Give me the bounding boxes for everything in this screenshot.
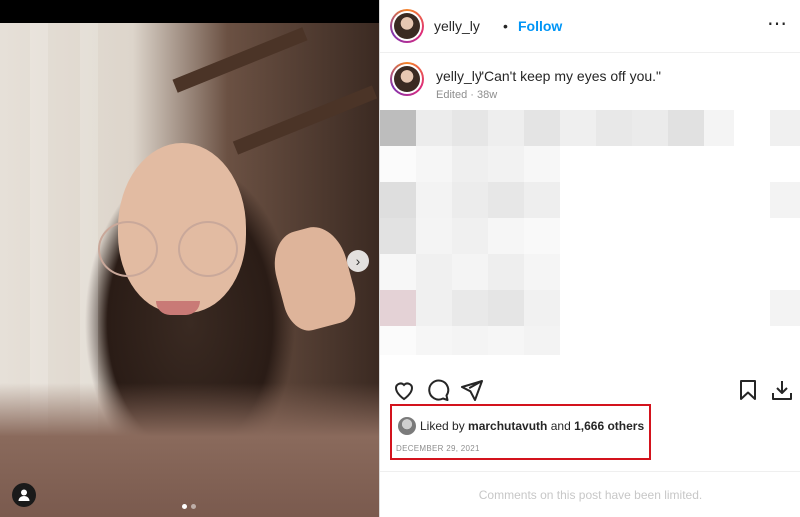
pixel-block — [488, 218, 524, 254]
comment-icon[interactable] — [426, 378, 450, 402]
download-icon[interactable] — [770, 378, 794, 402]
pixel-block — [452, 182, 488, 218]
separator-bullet: • — [503, 18, 508, 34]
pixel-block — [452, 290, 488, 326]
pixel-block — [560, 110, 596, 146]
pixel-block — [524, 182, 560, 218]
carousel-dot — [191, 504, 196, 509]
pixel-block — [452, 146, 488, 182]
pixel-block — [416, 182, 452, 218]
liker-username[interactable]: marchutavuth — [468, 419, 547, 433]
pixel-block — [452, 326, 488, 355]
user-icon — [18, 489, 30, 501]
tagged-users-button[interactable] — [12, 483, 36, 507]
caption-text: "Can't keep my eyes off you." — [479, 68, 661, 84]
post-side-panel: yelly_ly • Follow ⋯ yelly_ly "Can't keep… — [379, 0, 800, 517]
pixel-block — [416, 326, 452, 355]
pixel-block — [524, 254, 560, 290]
liker-avatar[interactable] — [398, 417, 416, 435]
carousel-indicator — [182, 504, 196, 509]
likes-prefix: Liked by — [420, 419, 469, 433]
pixel-block — [416, 218, 452, 254]
glasses-left-lens — [98, 221, 158, 277]
chevron-right-icon: › — [355, 253, 361, 269]
pixel-block — [668, 110, 704, 146]
pixel-block — [632, 110, 668, 146]
caption-meta: Edited · 38w — [436, 89, 498, 101]
sweater — [0, 383, 379, 517]
pixel-block — [380, 182, 416, 218]
pixel-block — [380, 146, 416, 182]
pixel-block — [380, 290, 416, 326]
glasses-right-lens — [178, 221, 238, 277]
lips — [156, 301, 200, 315]
pixel-block — [488, 290, 524, 326]
pixel-block — [770, 110, 800, 146]
divider — [380, 471, 800, 472]
pixel-block — [452, 218, 488, 254]
pixel-block — [770, 290, 800, 326]
pixel-block — [416, 290, 452, 326]
follow-button[interactable]: Follow — [518, 18, 562, 34]
post-caption: yelly_ly "Can't keep my eyes off you." E… — [380, 52, 800, 112]
pixel-block — [596, 110, 632, 146]
caption-username[interactable]: yelly_ly — [436, 68, 482, 84]
pixel-block — [416, 146, 452, 182]
post-header: yelly_ly • Follow ⋯ — [380, 0, 800, 53]
pixel-block — [704, 110, 734, 146]
pixelated-comments-area — [380, 110, 800, 355]
next-photo-button[interactable]: › — [347, 250, 369, 272]
pixel-block — [524, 110, 560, 146]
pixel-block — [524, 326, 560, 355]
post-actions — [380, 368, 800, 408]
likes-highlight-box: Liked by marchutavuth and 1,666 others D… — [390, 404, 651, 460]
pixel-block — [770, 182, 800, 218]
caption-avatar[interactable] — [390, 62, 424, 96]
author-username[interactable]: yelly_ly — [434, 18, 480, 34]
pixel-block — [488, 146, 524, 182]
heart-icon[interactable] — [392, 378, 416, 402]
author-avatar[interactable] — [390, 9, 424, 43]
pixel-block — [488, 254, 524, 290]
hand — [266, 220, 362, 336]
pixel-block — [452, 254, 488, 290]
comments-limited-notice: Comments on this post have been limited. — [478, 488, 703, 502]
bookmark-icon[interactable] — [736, 378, 760, 402]
likes-others-link[interactable]: 1,666 others — [574, 419, 644, 433]
pixel-block — [524, 218, 560, 254]
pixel-block — [380, 110, 416, 146]
shelf — [232, 85, 378, 155]
likes-middle: and — [547, 419, 575, 433]
pixel-block — [416, 110, 452, 146]
pixel-block — [380, 326, 416, 355]
pixel-block — [488, 326, 524, 355]
post-date: DECEMBER 29, 2021 — [396, 444, 480, 453]
pixel-block — [488, 110, 524, 146]
pixel-block — [452, 110, 488, 146]
pixel-block — [488, 182, 524, 218]
shelf — [172, 27, 308, 93]
share-icon[interactable] — [460, 378, 484, 402]
pixel-block — [524, 290, 560, 326]
likes-summary: Liked by marchutavuth and 1,666 others — [420, 419, 644, 433]
pixel-block — [416, 254, 452, 290]
carousel-dot — [182, 504, 187, 509]
pixel-block — [524, 146, 560, 182]
pixel-block — [380, 218, 416, 254]
pixel-block — [380, 254, 416, 290]
more-options-icon[interactable]: ⋯ — [767, 14, 787, 34]
post-photo[interactable]: › — [0, 23, 379, 517]
